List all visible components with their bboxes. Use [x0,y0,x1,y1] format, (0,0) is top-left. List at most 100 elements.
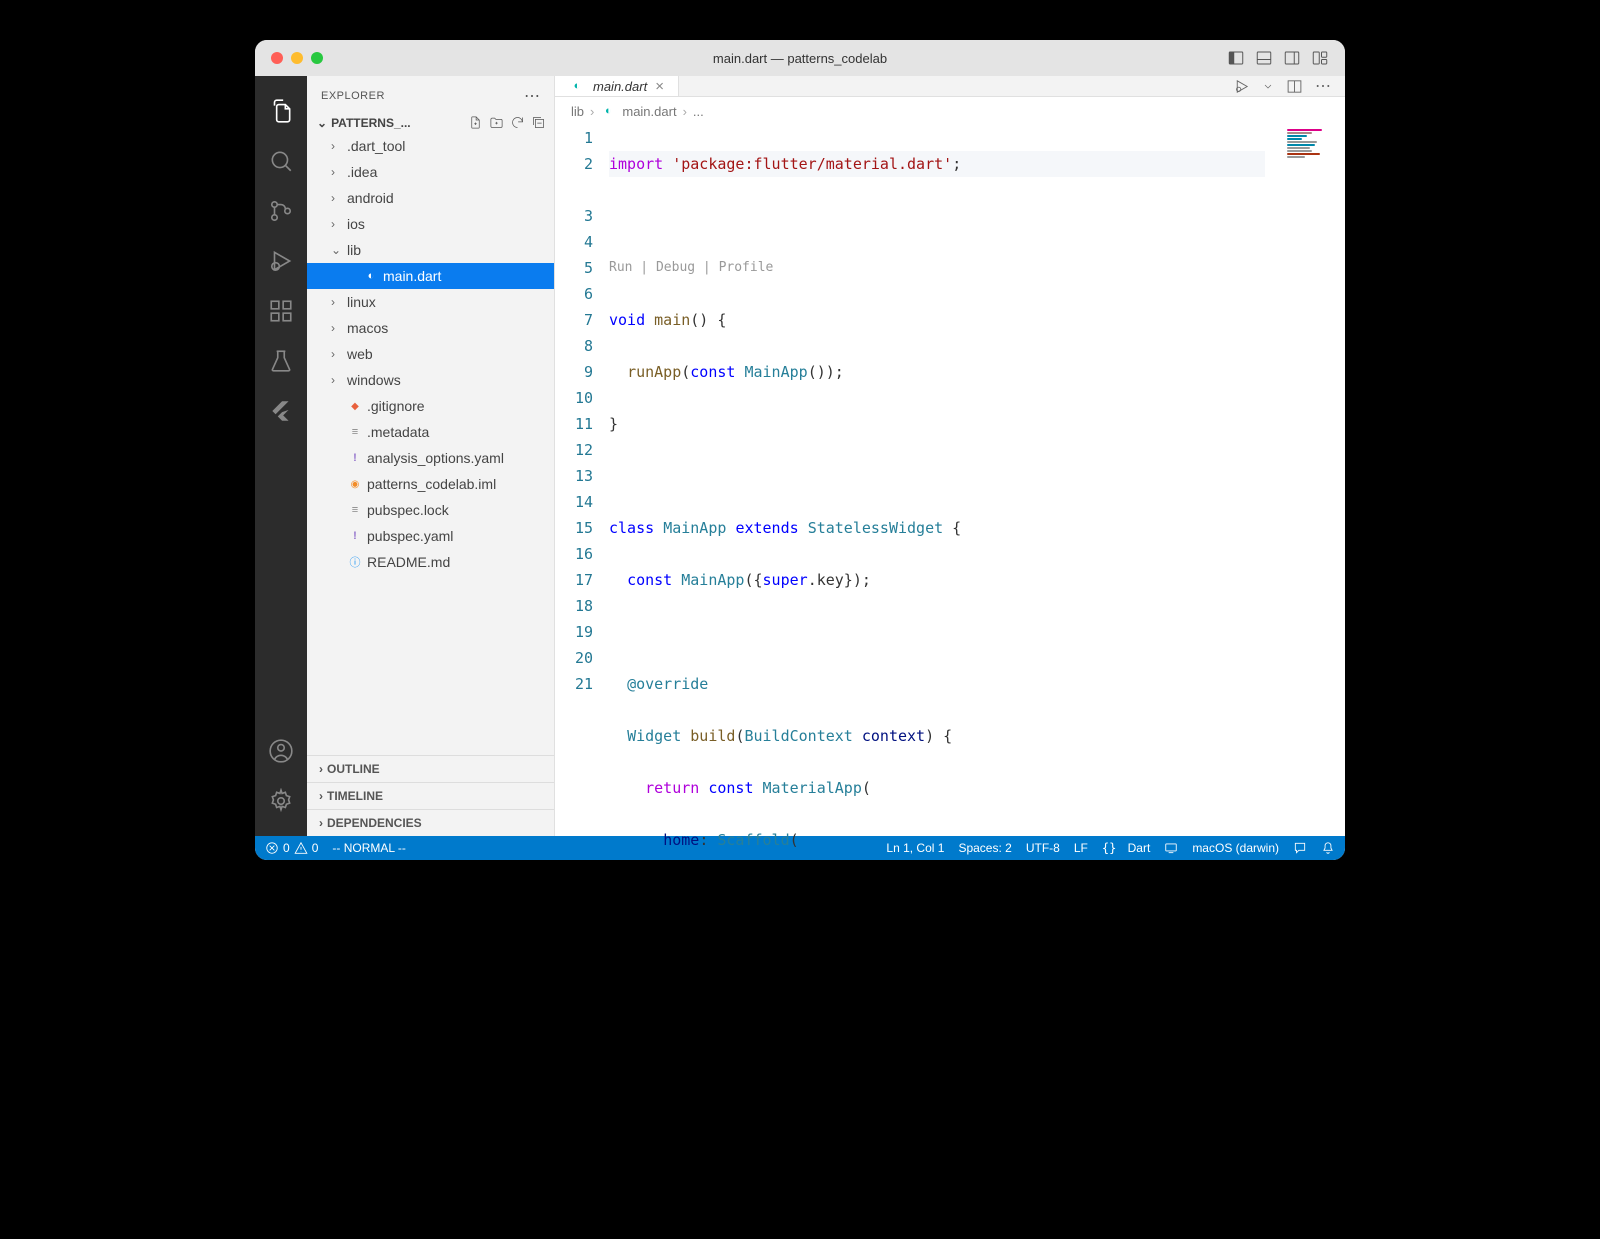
timeline-section[interactable]: ›TIMELINE [307,782,554,809]
close-tab-icon[interactable]: × [655,78,664,95]
titlebar: main.dart — patterns_codelab [255,40,1345,76]
problems-status[interactable]: 0 0 [265,841,318,855]
tree-item-label: pubspec.lock [367,502,449,518]
tree-item-label: main.dart [383,268,441,284]
file-item[interactable]: README.md [307,549,554,575]
folder-actions [468,115,546,130]
folder-item[interactable]: ›linux [307,289,554,315]
run-icon[interactable] [1233,78,1250,95]
file-item[interactable]: .gitignore [307,393,554,419]
tree-item-label: pubspec.yaml [367,528,453,544]
chevron-down-icon[interactable] [1262,78,1274,95]
tab-bar: main.dart × ⋯ [555,76,1345,97]
chevron-right-icon: › [331,165,343,179]
breadcrumb-segment[interactable]: lib [571,104,584,119]
chevron-right-icon: › [319,816,323,830]
settings-gear-icon[interactable] [268,788,294,814]
file-item[interactable]: pubspec.yaml [307,523,554,549]
rss-file-icon [347,476,363,492]
line-number: 12 [555,437,593,463]
chevron-right-icon: › [331,139,343,153]
code-content[interactable]: import 'package:flutter/material.dart'; … [609,125,1345,860]
sidebar: EXPLORER ⋯ ⌄ PATTERNS_... ›.dart_tool›.i… [307,76,555,836]
extensions-icon[interactable] [268,298,294,324]
tree-item-label: ios [347,216,365,232]
layout-sidebar-right-icon[interactable] [1283,49,1301,67]
folder-item[interactable]: ›macos [307,315,554,341]
file-tree: ›.dart_tool›.idea›android›ios⌄libmain.da… [307,133,554,755]
line-number: 3 [555,203,593,229]
bang-file-icon [347,528,363,544]
search-icon[interactable] [268,148,294,174]
tree-item-label: macos [347,320,388,336]
layout-customize-icon[interactable] [1311,49,1329,67]
file-item[interactable]: pubspec.lock [307,497,554,523]
close-window-button[interactable] [271,52,283,64]
line-number: 7 [555,307,593,333]
flutter-icon[interactable] [268,398,294,424]
workspace-folder-row[interactable]: ⌄ PATTERNS_... [307,112,554,133]
lines-file-icon [347,424,363,440]
dependencies-section[interactable]: ›DEPENDENCIES [307,809,554,836]
sidebar-header: EXPLORER ⋯ [307,76,554,112]
folder-item[interactable]: ›.dart_tool [307,133,554,159]
more-actions-icon[interactable]: ⋯ [1315,76,1331,96]
info-file-icon [347,554,363,570]
line-number: 5 [555,255,593,281]
chevron-down-icon: ⌄ [317,116,327,130]
accounts-icon[interactable] [268,738,294,764]
file-item[interactable]: main.dart [307,263,554,289]
folder-item[interactable]: ›web [307,341,554,367]
collapse-all-icon[interactable] [531,115,546,130]
maximize-window-button[interactable] [311,52,323,64]
chevron-right-icon: › [331,295,343,309]
chevron-right-icon: › [331,347,343,361]
tree-item-label: .idea [347,164,377,180]
tree-item-label: patterns_codelab.iml [367,476,496,492]
folder-item[interactable]: ›android [307,185,554,211]
code-lens[interactable]: Run | Debug | Profile [609,255,1265,281]
breadcrumb[interactable]: lib › main.dart › ... [555,97,1345,125]
tree-item-label: README.md [367,554,450,570]
file-item[interactable]: analysis_options.yaml [307,445,554,471]
activity-bar [255,76,307,836]
tab-main-dart[interactable]: main.dart × [555,76,679,96]
refresh-icon[interactable] [510,115,525,130]
layout-panel-icon[interactable] [1255,49,1273,67]
line-number: 2 [555,151,593,177]
minimize-window-button[interactable] [291,52,303,64]
tree-item-label: .metadata [367,424,429,440]
new-folder-icon[interactable] [489,115,504,130]
folder-item[interactable]: › .idea [307,159,554,185]
outline-section[interactable]: ›OUTLINE [307,755,554,782]
breadcrumb-segment[interactable]: main.dart [622,104,676,119]
titlebar-actions [1227,49,1329,67]
sidebar-title: EXPLORER [321,90,524,102]
testing-icon[interactable] [268,348,294,374]
code-editor[interactable]: 12 3456789101112131415161718192021 impor… [555,125,1345,860]
file-item[interactable]: .metadata [307,419,554,445]
chevron-right-icon: › [590,104,594,119]
line-number: 1 [555,125,593,151]
folder-item[interactable]: ⌄lib [307,237,554,263]
run-debug-icon[interactable] [268,248,294,274]
folder-item[interactable]: ›windows [307,367,554,393]
breadcrumb-segment[interactable]: ... [693,104,704,119]
sidebar-more-icon[interactable]: ⋯ [524,86,540,106]
source-control-icon[interactable] [268,198,294,224]
minimap[interactable] [1287,129,1337,175]
gutter: 12 3456789101112131415161718192021 [555,125,609,860]
chevron-right-icon: › [331,217,343,231]
explorer-icon[interactable] [268,98,294,124]
warning-icon [294,841,308,855]
lines-file-icon [347,502,363,518]
layout-sidebar-left-icon[interactable] [1227,49,1245,67]
new-file-icon[interactable] [468,115,483,130]
window-controls [271,52,323,64]
split-editor-icon[interactable] [1286,78,1303,95]
line-number: 15 [555,515,593,541]
file-item[interactable]: patterns_codelab.iml [307,471,554,497]
vim-mode-status: -- NORMAL -- [332,841,406,855]
line-number: 11 [555,411,593,437]
folder-item[interactable]: › ios [307,211,554,237]
